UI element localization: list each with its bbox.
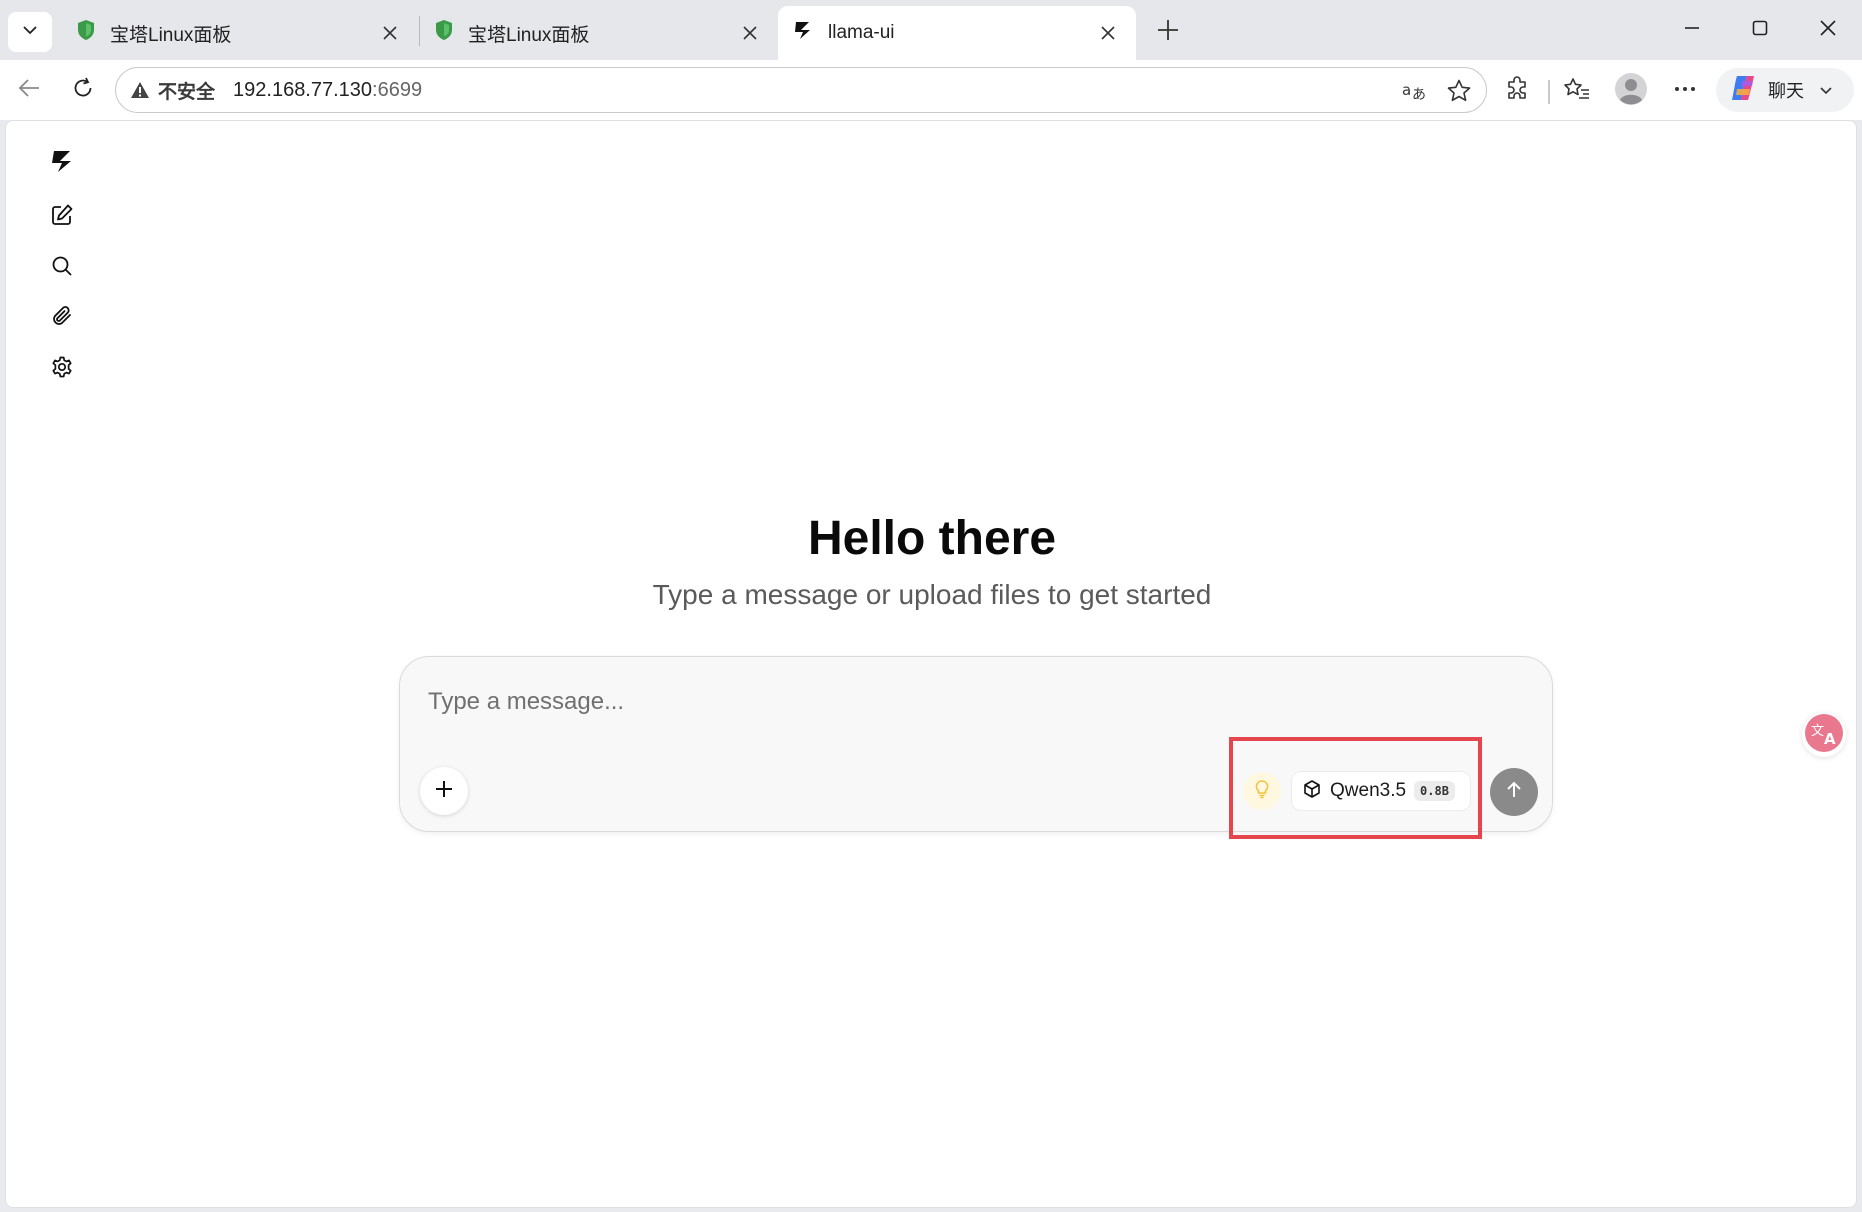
lightning-favicon-icon [792,19,814,47]
profile-icon [1614,72,1648,111]
window-close-button[interactable] [1798,10,1858,50]
add-attachment-button[interactable] [420,767,468,815]
warning-triangle-icon[interactable] [130,80,150,100]
page-content: Hello there Type a message or upload fil… [5,120,1857,1208]
reasoning-toggle-button[interactable] [1243,772,1281,810]
minimize-button[interactable] [1662,10,1722,50]
tab-baota-1[interactable]: 宝塔Linux面板 [62,6,418,60]
plus-icon [1156,18,1180,47]
message-composer: Qwen3.5 0.8B [399,656,1553,839]
sidebar-new-chat[interactable] [42,197,82,237]
sidebar-logo[interactable] [42,143,82,183]
url-port[interactable]: :6699 [372,79,422,102]
extensions-button[interactable] [1498,72,1536,110]
new-chat-icon [50,203,74,232]
reload-button[interactable] [63,70,103,110]
sidebar-search[interactable] [42,248,82,288]
close-icon [1819,19,1837,42]
model-name: Qwen3.5 [1330,780,1407,801]
cube-icon [1302,779,1322,804]
settings-more-button[interactable] [1666,72,1704,110]
close-icon[interactable] [736,19,764,47]
favorites-button[interactable] [1558,72,1596,110]
sidebar-attachments[interactable] [42,298,82,338]
sidebar-settings[interactable] [42,349,82,389]
tab-bar: 宝塔Linux面板 宝塔Linux面板 llama-ui [0,0,1862,60]
url-host[interactable]: 192.168.77.130 [233,79,372,102]
tab-title: 宝塔Linux面板 [110,24,232,46]
tab-title: 宝塔Linux面板 [468,24,590,46]
translate-extension-button[interactable]: 文A [1802,713,1846,757]
svg-text:あ: あ [1412,87,1426,103]
maximize-icon [1752,20,1768,41]
copilot-label: 聊天 [1768,81,1804,101]
model-size-badge: 0.8B [1414,781,1455,801]
address-bar-actions: aあ [1398,74,1476,108]
message-input[interactable] [428,677,1518,727]
translate-icon[interactable]: aあ [1398,74,1432,108]
shield-favicon-icon [434,19,454,47]
security-label[interactable]: 不安全 [158,77,215,104]
svg-text:文: 文 [1811,724,1824,739]
gear-icon [50,355,74,384]
search-icon [50,254,74,283]
chevron-down-icon [20,20,40,45]
logo-icon [49,148,75,179]
tab-baota-2[interactable]: 宝塔Linux面板 [420,6,778,60]
back-button[interactable] [10,70,50,110]
toolbar-separator [1548,80,1550,104]
lightbulb-icon [1253,779,1271,804]
close-icon[interactable] [376,19,404,47]
arrow-up-icon [1504,780,1524,805]
reload-icon [71,76,95,105]
profile-button[interactable] [1612,72,1650,110]
more-dots-icon [1673,77,1697,106]
close-icon[interactable] [1094,19,1122,47]
puzzle-icon [1504,75,1530,107]
minimize-icon [1684,20,1700,41]
shield-favicon-icon [76,19,96,47]
attachment-icon [50,304,74,333]
app-sidebar [6,121,116,1207]
star-icon[interactable] [1442,74,1476,108]
tab-title: llama-ui [828,22,895,43]
svg-text:a: a [1402,81,1411,99]
maximize-button[interactable] [1730,10,1790,50]
address-bar[interactable]: 不安全 192.168.77.130:6699 aあ [115,67,1487,113]
svg-text:A: A [1824,730,1836,748]
page-title: Hello there [807,512,1057,565]
plus-icon [434,779,454,804]
browser-toolbar: 不安全 192.168.77.130:6699 aあ 聊天 [0,60,1862,120]
chevron-down-icon [1818,82,1834,98]
copilot-icon [1728,73,1758,108]
tab-llama-ui[interactable]: llama-ui [778,6,1136,60]
page-subtitle: Type a message or upload files to get st… [652,579,1212,610]
arrow-left-icon [17,75,43,106]
tab-actions-button[interactable] [8,12,52,52]
send-button[interactable] [1490,768,1538,816]
favorites-list-icon [1563,76,1591,107]
new-tab-button[interactable] [1150,14,1186,50]
translate-icon: 文A [1804,713,1844,758]
copilot-chat-button[interactable]: 聊天 [1716,68,1854,112]
model-selector[interactable]: Qwen3.5 0.8B [1291,771,1471,811]
